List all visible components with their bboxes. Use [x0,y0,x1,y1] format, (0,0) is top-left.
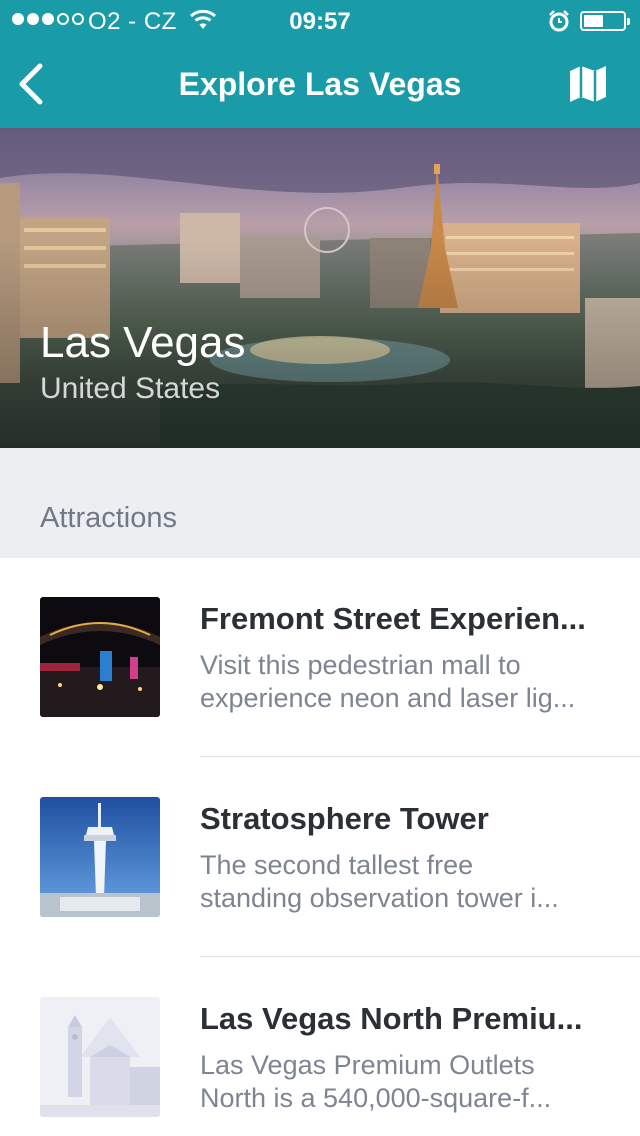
section-label: Attractions [40,502,177,534]
alarm-icon [549,10,569,32]
attraction-item-fremont-street[interactable]: Fremont Street Experien... Visit this pe… [0,557,640,757]
city-name: Las Vegas [40,318,246,367]
section-header: Attractions [0,448,640,558]
attraction-description-line: standing observation tower i... [200,883,559,913]
battery-nub [627,18,630,25]
attraction-description-line: The second tallest free [200,850,474,880]
attraction-description: The second tallest free standing observa… [200,849,610,915]
attraction-title: Fremont Street Experien... [200,601,586,636]
attraction-description-line: Las Vegas Premium Outlets [200,1050,535,1080]
attraction-thumbnail [40,797,160,917]
attraction-thumbnail-placeholder [40,997,160,1117]
battery-indicator [580,11,630,31]
attraction-description: Visit this pedestrian mall to experience… [200,649,610,715]
country-name: United States [40,372,221,405]
map-icon[interactable] [566,62,610,106]
status-bar: O2 - CZ 09:57 [0,0,640,40]
attraction-title: Las Vegas North Premiu... [200,1001,583,1036]
battery-fill [584,15,603,27]
attraction-title: Stratosphere Tower [200,801,489,836]
attraction-description: Las Vegas Premium Outlets North is a 540… [200,1049,610,1115]
attraction-thumbnail [40,597,160,717]
page-title: Explore Las Vegas [178,66,462,102]
navigation-bar: Explore Las Vegas [0,40,640,128]
city-hero-banner: Las Vegas United States [0,128,640,448]
attraction-description-line: experience neon and laser lig... [200,683,576,713]
attraction-description-line: North is a 540,000-square-f... [200,1083,552,1113]
status-time: 09:57 [289,8,351,35]
attraction-description-line: Visit this pedestrian mall to [200,650,521,680]
attraction-item-premium-outlets[interactable]: Las Vegas North Premiu... Las Vegas Prem… [0,957,640,1136]
attraction-item-stratosphere-tower[interactable]: Stratosphere Tower The second tallest fr… [0,757,640,957]
top-bar: O2 - CZ 09:57 Explore Las Vegas [0,0,640,128]
